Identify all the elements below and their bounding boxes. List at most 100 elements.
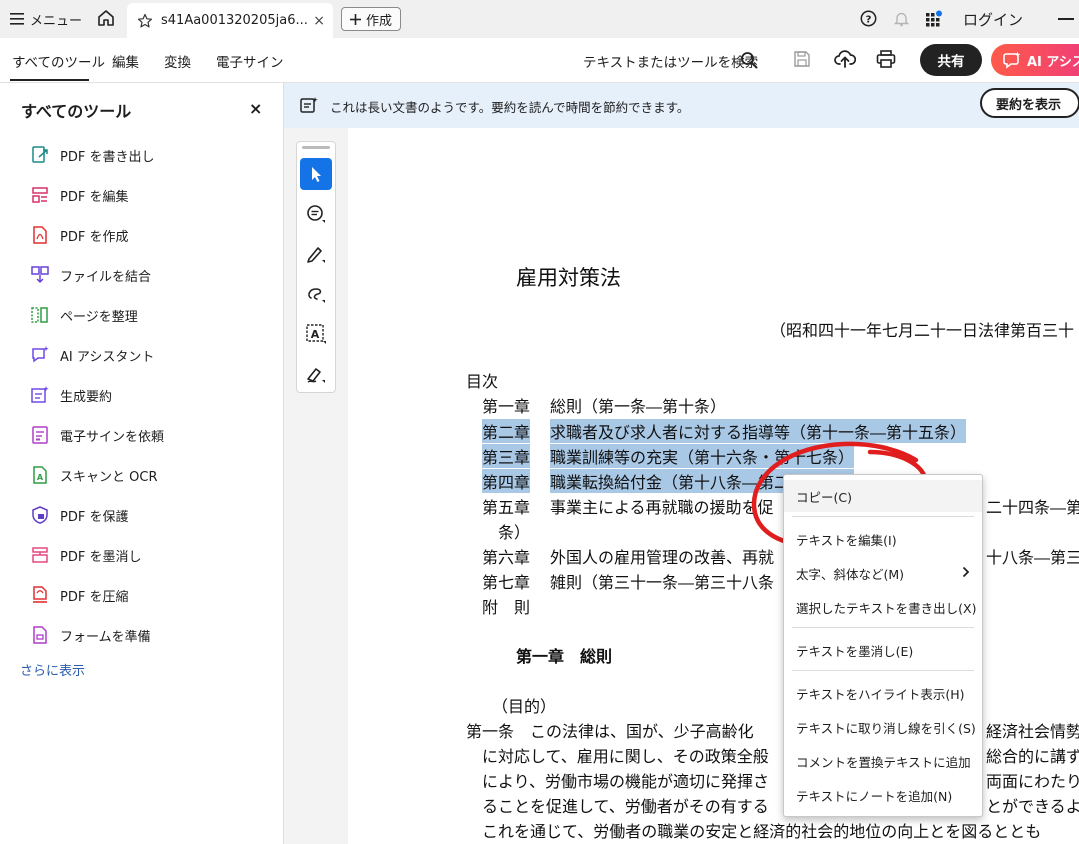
sidebar-title: すべてのツール bbox=[21, 102, 132, 121]
menu-label: メニュー bbox=[30, 13, 83, 29]
sidebar-item-ai-assistant[interactable]: AI アシスタント bbox=[30, 343, 154, 367]
tab-title: s41Aa001320205ja6... bbox=[161, 13, 308, 28]
ctx-export-selection-item[interactable]: 選択したテキストを書き出し(X) bbox=[784, 591, 982, 623]
chapter-heading: 第一章 総則 bbox=[516, 647, 613, 666]
sidebar-item-request-esign[interactable]: 電子サインを依頼 bbox=[30, 423, 164, 447]
body-line: に対応して、雇用に関し、その政策全般 bbox=[466, 747, 769, 766]
text-box-icon[interactable]: A bbox=[300, 318, 332, 350]
context-menu-label: テキストに取り消し線を引く(S) bbox=[796, 720, 976, 736]
ai-assistant-icon bbox=[30, 345, 50, 365]
tab-close-icon[interactable]: × bbox=[313, 13, 325, 29]
sidebar-item-label: ファイルを結合 bbox=[60, 269, 152, 285]
toolbar-grip[interactable] bbox=[302, 146, 330, 149]
chevron-right-icon bbox=[962, 566, 970, 578]
toc-entry: 条） bbox=[498, 523, 531, 542]
login-button[interactable]: ログイン bbox=[963, 9, 1023, 30]
toc-chapter: 第七章 bbox=[482, 573, 531, 592]
document-title: 雇用対策法 bbox=[516, 266, 621, 290]
tab-convert[interactable]: 変換 bbox=[164, 51, 191, 71]
cloud-upload-icon[interactable] bbox=[834, 49, 856, 69]
bell-icon[interactable] bbox=[893, 10, 910, 27]
highlight-pen-icon[interactable] bbox=[300, 238, 332, 270]
svg-text:?: ? bbox=[866, 14, 872, 25]
tab-esign[interactable]: 電子サイン bbox=[216, 51, 284, 71]
sidebar-item-redact-pdf[interactable]: PDF を墨消し bbox=[30, 543, 141, 567]
summary-message: これは長い文書のようです。要約を読んで時間を節約できます。 bbox=[330, 100, 690, 115]
context-menu-label: 太字、斜体など(M) bbox=[796, 566, 905, 582]
star-icon[interactable] bbox=[137, 13, 153, 29]
create-pdf-icon bbox=[30, 225, 50, 245]
sidebar-item-export-pdf[interactable]: PDF を書き出し bbox=[30, 143, 154, 167]
apps-icon[interactable] bbox=[925, 10, 943, 28]
menu-separator bbox=[792, 670, 974, 671]
promulgation-line: （昭和四十一年七月二十一日法律第百三十 bbox=[770, 321, 1075, 340]
sidebar-item-label: PDF を保護 bbox=[60, 509, 129, 525]
sidebar-item-combine-files[interactable]: ファイルを結合 bbox=[30, 263, 151, 287]
search-icon[interactable] bbox=[740, 51, 758, 69]
ai-sparkle-icon bbox=[1003, 51, 1021, 69]
document-tab[interactable]: s41Aa001320205ja6... × bbox=[127, 3, 333, 38]
sidebar-close-icon[interactable]: × bbox=[249, 99, 262, 118]
sidebar-item-label: ページを整理 bbox=[60, 309, 138, 325]
protect-pdf-icon bbox=[30, 505, 50, 525]
show-more-link[interactable]: さらに表示 bbox=[20, 660, 85, 679]
context-menu: コピー(C) テキストを編集(I) 太字、斜体など(M) 選択したテキストを書き出し(… bbox=[783, 474, 983, 817]
sidebar-item-scan-ocr[interactable]: A スキャンと OCR bbox=[30, 463, 157, 487]
sidebar-item-prepare-form[interactable]: フォームを準備 bbox=[30, 623, 151, 647]
menu-separator bbox=[792, 516, 974, 517]
sign-tool-icon[interactable] bbox=[300, 358, 332, 390]
ctx-add-replace-comment-item[interactable]: コメントを置換テキストに追加 bbox=[784, 745, 982, 777]
ctx-formatting-item[interactable]: 太字、斜体など(M) bbox=[784, 557, 982, 589]
body-line: 第一条 この法律は、国が、少子高齢化 bbox=[466, 722, 754, 741]
sidebar-item-label: PDF を作成 bbox=[60, 229, 129, 245]
home-icon[interactable] bbox=[96, 8, 116, 28]
title-bar: メニュー s41Aa001320205ja6... × 作成 ? ログイン bbox=[0, 0, 1079, 39]
print-icon[interactable] bbox=[876, 50, 896, 68]
combine-files-icon bbox=[30, 265, 50, 285]
context-menu-label: テキストにノートを追加(N) bbox=[796, 788, 953, 804]
ctx-strikethrough-item[interactable]: テキストに取り消し線を引く(S) bbox=[784, 711, 982, 743]
freehand-draw-icon[interactable] bbox=[300, 278, 332, 310]
comment-tool-icon[interactable] bbox=[300, 198, 332, 230]
tool-search-label[interactable]: テキストまたはツールを検索 bbox=[583, 51, 758, 71]
tab-edit[interactable]: 編集 bbox=[112, 51, 139, 71]
save-icon[interactable] bbox=[793, 50, 811, 68]
menu-separator bbox=[792, 627, 974, 628]
redact-pdf-icon bbox=[30, 545, 50, 565]
ctx-edit-text-item[interactable]: テキストを編集(I) bbox=[784, 523, 982, 555]
sidebar-item-label: 生成要約 bbox=[60, 389, 113, 405]
minimize-icon[interactable] bbox=[1058, 18, 1074, 20]
tab-all-tools[interactable]: すべてのツール bbox=[12, 51, 105, 71]
ctx-add-note-item[interactable]: テキストにノートを追加(N) bbox=[784, 779, 982, 811]
sidebar-item-protect-pdf[interactable]: PDF を保護 bbox=[30, 503, 128, 527]
sidebar-item-organize-pages[interactable]: ページを整理 bbox=[30, 303, 138, 327]
sidebar-item-create-pdf[interactable]: PDF を作成 bbox=[30, 223, 128, 247]
compress-pdf-icon bbox=[30, 585, 50, 605]
ctx-copy-item[interactable]: コピー(C) bbox=[784, 480, 982, 512]
ctx-redact-text-item[interactable]: テキストを墨消し(E) bbox=[784, 634, 982, 666]
toc-chapter: 第六章 bbox=[482, 548, 531, 567]
svg-text:A: A bbox=[311, 328, 320, 341]
export-pdf-icon bbox=[30, 145, 50, 165]
body-line-tail: 総合的に講ず bbox=[986, 747, 1079, 766]
sidebar-item-label: フォームを準備 bbox=[60, 629, 151, 645]
request-esign-icon bbox=[30, 425, 50, 445]
article-caption: （目的） bbox=[492, 697, 557, 716]
help-icon[interactable]: ? bbox=[860, 10, 877, 27]
create-button[interactable]: 作成 bbox=[341, 7, 402, 31]
body-line-tail: 両面にわたり bbox=[986, 772, 1079, 791]
toc-heading: 目次 bbox=[466, 372, 499, 391]
ctx-highlight-text-item[interactable]: テキストをハイライト表示(H) bbox=[784, 677, 982, 709]
select-tool-icon[interactable] bbox=[300, 158, 332, 190]
sidebar-item-label: PDF を書き出し bbox=[60, 149, 155, 165]
menu-button[interactable]: メニュー bbox=[10, 9, 82, 29]
show-summary-button[interactable]: 要約を表示 bbox=[980, 88, 1079, 118]
ai-assistant-button[interactable]: AI アシスタント bbox=[991, 44, 1079, 76]
sidebar-item-compress-pdf[interactable]: PDF を圧縮 bbox=[30, 583, 128, 607]
sidebar-item-generative-summary[interactable]: 生成要約 bbox=[30, 383, 112, 407]
sidebar-item-edit-pdf[interactable]: PDF を編集 bbox=[30, 183, 128, 207]
sidebar-item-label: 電子サインを依頼 bbox=[60, 429, 165, 445]
sidebar-item-label: PDF を墨消し bbox=[60, 549, 142, 565]
share-button[interactable]: 共有 bbox=[920, 44, 982, 76]
ai-assistant-label: AI アシスタント bbox=[1027, 54, 1079, 70]
